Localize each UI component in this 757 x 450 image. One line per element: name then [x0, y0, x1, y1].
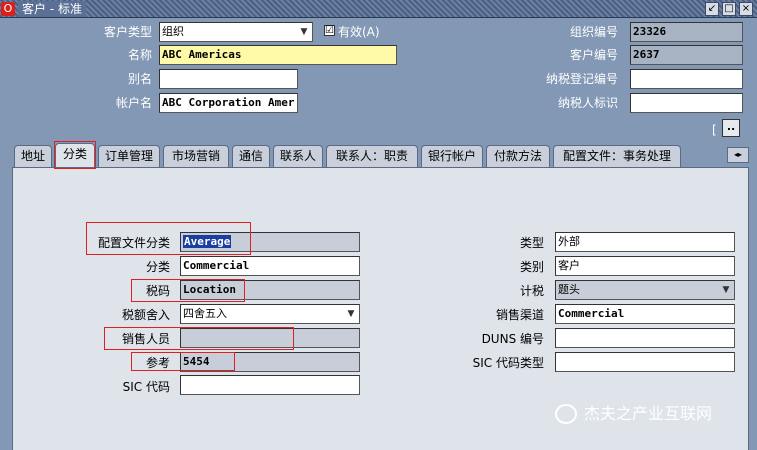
customer-number-label: 客户编号: [569, 48, 618, 62]
tax-calculation-select[interactable]: 题头 ▼: [555, 280, 735, 300]
alias-label: 别名: [127, 72, 152, 86]
category-field[interactable]: Commercial: [180, 256, 360, 276]
tax-rounding-label: 税额舍入: [121, 308, 170, 322]
tax-calculation-label: 计税: [519, 284, 544, 298]
highlight-profile-class-box: [86, 222, 251, 255]
customer-type-label: 客户类型: [103, 25, 152, 39]
lov-bracket: [: [712, 123, 717, 137]
tax-registration-field[interactable]: [630, 69, 743, 89]
tab-marketing[interactable]: 市场营销: [163, 145, 229, 167]
lov-button[interactable]: ..: [722, 119, 740, 137]
tab-address[interactable]: 地址: [14, 145, 52, 167]
name-field[interactable]: ABC Americas: [159, 45, 397, 65]
account-name-field[interactable]: ABC Corporation Amer: [159, 93, 298, 113]
tax-calculation-value: 题头: [558, 283, 580, 296]
highlight-reference-box: [131, 352, 235, 371]
sic-code-field[interactable]: [180, 375, 360, 395]
title-bar: [0, 0, 757, 18]
taxpayer-id-field[interactable]: [630, 93, 743, 113]
tab-contacts[interactable]: 联系人: [273, 145, 323, 167]
chevron-down-icon: ▼: [300, 27, 308, 37]
tab-payment-methods[interactable]: 付款方法: [486, 145, 550, 167]
customer-number-field[interactable]: 2637: [630, 45, 743, 65]
org-number-field[interactable]: 23326: [630, 22, 743, 42]
active-checkbox[interactable]: ☑: [324, 25, 335, 36]
sales-channel-field[interactable]: Commercial: [555, 304, 735, 324]
highlight-salesperson-box: [104, 327, 294, 350]
tax-registration-label: 纳税登记编号: [545, 72, 618, 86]
chevron-down-icon: ▼: [347, 309, 355, 319]
tab-bank-accounts[interactable]: 银行帐户: [421, 145, 483, 167]
tab-order-management[interactable]: 订单管理: [98, 145, 160, 167]
customer-type-select[interactable]: 组织 ▼: [159, 22, 313, 42]
tab-profile-transactions[interactable]: 配置文件：事务处理: [553, 145, 681, 167]
sic-code-type-field[interactable]: [555, 352, 735, 372]
name-label: 名称: [127, 48, 152, 62]
type-field[interactable]: 外部: [555, 232, 735, 252]
chevron-down-icon: ▼: [722, 285, 730, 295]
taxpayer-id-label: 纳税人标识: [557, 96, 618, 110]
tax-rounding-value: 四舍五入: [183, 307, 227, 320]
account-name-label: 帐户名: [115, 96, 152, 110]
close-icon[interactable]: ×: [739, 2, 753, 16]
highlight-tab-box: [54, 141, 96, 169]
oracle-app-icon: O: [1, 2, 15, 16]
tab-scroll-icon[interactable]: ◂▸: [727, 147, 749, 163]
watermark-text: 杰夫之产业互联网: [584, 404, 713, 423]
alias-field[interactable]: [159, 69, 298, 89]
maximize-icon[interactable]: □: [722, 2, 736, 16]
customer-type-value: 组织: [162, 25, 184, 38]
class-field[interactable]: 客户: [555, 256, 735, 276]
category-label: 分类: [145, 260, 170, 274]
sic-code-label: SIC 代码: [122, 380, 170, 394]
duns-number-label: DUNS 编号: [481, 332, 544, 346]
tab-contact-roles[interactable]: 联系人：职责: [326, 145, 418, 167]
tax-rounding-select[interactable]: 四舍五入 ▼: [180, 304, 360, 324]
window-title: 客户 - 标准: [18, 1, 86, 17]
sales-channel-label: 销售渠道: [495, 308, 544, 322]
minimize-icon[interactable]: ↙: [705, 2, 719, 16]
duns-number-field[interactable]: [555, 328, 735, 348]
wechat-icon: [555, 404, 577, 424]
sic-code-type-label: SIC 代码类型: [472, 356, 544, 370]
tab-communication[interactable]: 通信: [232, 145, 270, 167]
class-label: 类别: [519, 260, 544, 274]
active-label: 有效(A): [338, 25, 380, 39]
type-label: 类型: [519, 236, 544, 250]
org-number-label: 组织编号: [569, 25, 618, 39]
highlight-tax-code-box: [131, 279, 245, 302]
